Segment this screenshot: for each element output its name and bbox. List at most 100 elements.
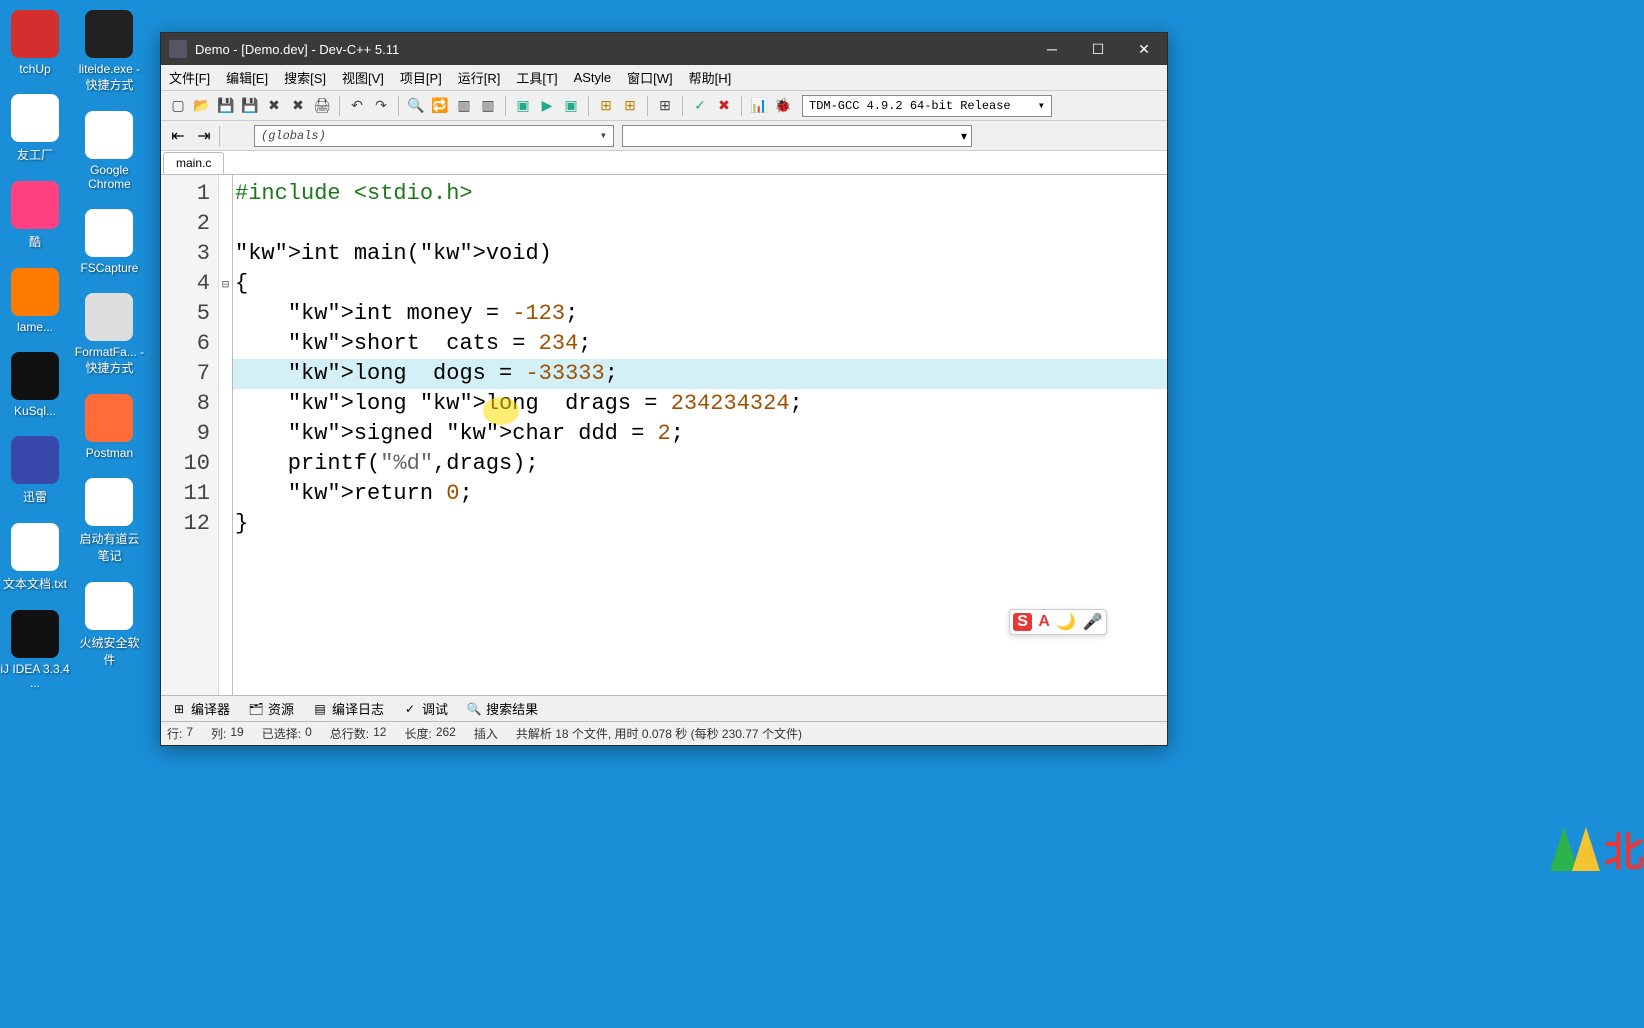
code-line[interactable]: "kw">signed "kw">char ddd = 2; <box>233 419 1167 449</box>
app-icon <box>169 40 187 58</box>
close-all-button[interactable]: ✖ <box>287 95 309 117</box>
code-line[interactable]: "kw">int money = -123; <box>233 299 1167 329</box>
desktop-shortcut[interactable]: liteide.exe - 快捷方式 <box>74 10 144 93</box>
desktop-shortcut[interactable]: tchUp <box>0 10 70 76</box>
save-button[interactable]: 💾 <box>215 95 237 117</box>
compiler-combo[interactable]: TDM-GCC 4.9.2 64-bit Release ▾ <box>802 95 1052 117</box>
status-col: 列:19 <box>211 725 244 742</box>
fold-toggle[interactable]: ⊟ <box>219 269 232 299</box>
undo-button[interactable]: ↶ <box>346 95 368 117</box>
shortcut-label: iJ IDEA 3.3.4 ... <box>0 662 70 690</box>
code-line[interactable]: "kw">short cats = 234; <box>233 329 1167 359</box>
analyze-button[interactable]: 🐞 <box>772 95 794 117</box>
desktop-shortcut[interactable]: iJ IDEA 3.3.4 ... <box>0 610 70 690</box>
status-parse-info: 共解析 18 个文件, 用时 0.078 秒 (每秒 230.77 个文件) <box>516 725 802 742</box>
close-button[interactable]: ✕ <box>1121 33 1167 65</box>
maximize-button[interactable]: ☐ <box>1075 33 1121 65</box>
menu-item[interactable]: AStyle <box>566 65 620 90</box>
code-line[interactable]: "kw">long dogs = -33333; <box>233 359 1167 389</box>
rebuild-button[interactable]: ⊞ <box>595 95 617 117</box>
shortcut-label: tchUp <box>0 62 70 76</box>
status-insert-mode: 插入 <box>474 725 498 742</box>
ime-indicator[interactable]: S A 🌙 🎤 <box>1009 609 1107 635</box>
fold-column[interactable]: ⊟ <box>219 175 233 695</box>
desktop-shortcut[interactable]: 火绒安全软件 <box>74 582 144 668</box>
desktop-shortcut[interactable]: 启动有道云笔记 <box>74 478 144 564</box>
nav-fwd-button[interactable]: ⇥ <box>193 125 215 147</box>
goto-button[interactable]: ▥ <box>453 95 475 117</box>
menu-item[interactable]: 帮助[H] <box>681 65 740 90</box>
code-line[interactable]: #include <stdio.h> <box>233 179 1167 209</box>
code-line[interactable]: "kw">int main("kw">void) <box>233 239 1167 269</box>
line-number: 8 <box>161 389 210 419</box>
run-button[interactable]: ▶ <box>536 95 558 117</box>
shortcut-label: Google Chrome <box>74 163 144 191</box>
tab-main-c[interactable]: main.c <box>163 152 224 174</box>
code-line[interactable]: { <box>233 269 1167 299</box>
desktop-shortcut[interactable]: FormatFa... - 快捷方式 <box>74 293 144 376</box>
code-line[interactable]: "kw">long "kw">long drags = 234234324; <box>233 389 1167 419</box>
minimize-button[interactable]: ─ <box>1029 33 1075 65</box>
bottom-panel-tab[interactable]: ✓调试 <box>396 698 454 720</box>
desktop-shortcut[interactable]: Postman <box>74 394 144 460</box>
desktop-shortcut[interactable]: lame... <box>0 268 70 334</box>
code-line[interactable]: "kw">return 0; <box>233 479 1167 509</box>
bookmark-button[interactable]: ▥ <box>477 95 499 117</box>
menu-item[interactable]: 编辑[E] <box>218 65 276 90</box>
code-line[interactable]: printf("%d",drags); <box>233 449 1167 479</box>
reject-button[interactable]: ✖ <box>713 95 735 117</box>
desktop-shortcut[interactable]: 迅雷 <box>0 436 70 505</box>
bottom-panel-tab[interactable]: ⊞编译器 <box>165 698 236 720</box>
toolbar-nav: ⇤ ⇥ (globals) ▾ ▾ <box>161 121 1167 151</box>
editor-area[interactable]: 123456789101112 ⊟ #include <stdio.h>"kw"… <box>161 175 1167 695</box>
fold-toggle <box>219 209 232 239</box>
print-button[interactable]: 🖨 <box>311 95 333 117</box>
statusbar: 行:7 列:19 已选择:0 总行数:12 长度:262 插入 共解析 18 个… <box>161 721 1167 745</box>
syntax-check-button[interactable]: ⊞ <box>619 95 641 117</box>
shortcut-icon <box>85 10 133 58</box>
desktop-shortcut[interactable]: 文本文档.txt <box>0 523 70 592</box>
find-button[interactable]: 🔍 <box>405 95 427 117</box>
shortcut-label: 迅雷 <box>0 488 70 505</box>
menu-item[interactable]: 运行[R] <box>450 65 509 90</box>
line-number: 9 <box>161 419 210 449</box>
editor-tabstrip: main.c <box>161 151 1167 175</box>
bottom-panel-tab[interactable]: 🗂资源 <box>242 698 300 720</box>
nav-back-button[interactable]: ⇤ <box>167 125 189 147</box>
compile-button[interactable]: ▣ <box>512 95 534 117</box>
toolbar-main: ▢ 📂 💾 💾 ✖ ✖ 🖨 ↶ ↷ 🔍 🔁 ▥ ▥ ▣ ▶ ▣ ⊞ ⊞ ⊞ ✓ … <box>161 91 1167 121</box>
line-number: 5 <box>161 299 210 329</box>
menu-item[interactable]: 视图[V] <box>334 65 392 90</box>
menu-item[interactable]: 窗口[W] <box>619 65 681 90</box>
code-line[interactable]: } <box>233 509 1167 539</box>
panel-tab-icon: 🗂 <box>248 701 264 717</box>
profile-button[interactable]: 📊 <box>748 95 770 117</box>
replace-button[interactable]: 🔁 <box>429 95 451 117</box>
open-button[interactable]: 📂 <box>191 95 213 117</box>
menu-item[interactable]: 工具[T] <box>508 65 565 90</box>
menu-item[interactable]: 项目[P] <box>392 65 450 90</box>
desktop-shortcut[interactable]: 友工厂 <box>0 94 70 163</box>
accept-button[interactable]: ✓ <box>689 95 711 117</box>
close-file-button[interactable]: ✖ <box>263 95 285 117</box>
bottom-panel-tab[interactable]: ▤编译日志 <box>306 698 390 720</box>
new-file-button[interactable]: ▢ <box>167 95 189 117</box>
code-line[interactable] <box>233 209 1167 239</box>
titlebar[interactable]: Demo - [Demo.dev] - Dev-C++ 5.11 ─ ☐ ✕ <box>161 33 1167 65</box>
panel-tab-icon: ▤ <box>312 701 328 717</box>
globals-combo[interactable]: (globals) ▾ <box>254 125 614 147</box>
save-all-button[interactable]: 💾 <box>239 95 261 117</box>
shortcut-label: 友工厂 <box>0 146 70 163</box>
desktop-shortcut[interactable]: 酷 <box>0 181 70 250</box>
debug-button[interactable]: ⊞ <box>654 95 676 117</box>
panel-tab-label: 搜索结果 <box>486 699 538 718</box>
desktop-shortcut[interactable]: Google Chrome <box>74 111 144 191</box>
redo-button[interactable]: ↷ <box>370 95 392 117</box>
menu-item[interactable]: 文件[F] <box>161 65 218 90</box>
compile-run-button[interactable]: ▣ <box>560 95 582 117</box>
members-combo[interactable]: ▾ <box>622 125 972 147</box>
desktop-shortcut[interactable]: FSCapture <box>74 209 144 275</box>
bottom-panel-tab[interactable]: 🔍搜索结果 <box>460 698 544 720</box>
desktop-shortcut[interactable]: KuSql... <box>0 352 70 418</box>
menu-item[interactable]: 搜索[S] <box>276 65 334 90</box>
